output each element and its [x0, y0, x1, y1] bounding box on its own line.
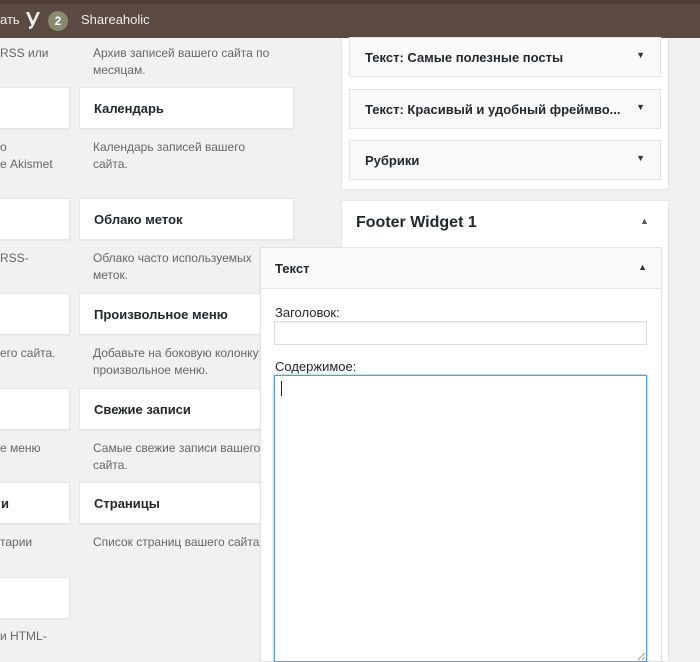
available-widget[interactable]: и [0, 482, 70, 524]
widget-desc-line: Календарь записей вашего [93, 140, 245, 154]
text-widget-header[interactable]: Текст ▲ [261, 248, 661, 289]
widget-desc-line: о [0, 140, 7, 154]
sidebar-widget-text-framework[interactable]: Текст: Красивый и удобный фреймво... ▼ [349, 89, 661, 129]
adminbar-truncated-item[interactable]: ать [0, 12, 20, 27]
widget-desc-line: Облако часто используемых [93, 251, 252, 265]
widget-desc-line: Самые свежие записи вашего [93, 441, 261, 455]
widget-desc-line: произвольное меню. [93, 363, 209, 377]
widget-type-label: Текст: [365, 102, 408, 117]
widget-desc-line: сайта. [93, 157, 128, 171]
widget-title: и [1, 496, 9, 511]
yoast-logo-icon[interactable] [24, 10, 42, 30]
widget-desc-line: месяцам. [93, 63, 146, 77]
triangle-up-icon[interactable]: ▲ [638, 262, 647, 272]
widget-desc: RSS или [0, 45, 48, 62]
widget-desc: и HTML- [0, 628, 47, 645]
widget-desc-line: его сайта. [0, 346, 56, 360]
widget-title: Календарь [94, 101, 164, 116]
widget-desc-line: Добавьте на боковую колонку [93, 346, 259, 360]
widget-desc-line: и HTML- [0, 629, 47, 643]
text-caret [281, 381, 282, 396]
widget-type-label: Рубрики [365, 153, 420, 168]
widget-desc-line: RSS или [0, 46, 49, 60]
heading-label: Заголовок: [275, 305, 340, 320]
available-widget[interactable] [0, 388, 70, 430]
widget-instance-title: Самые полезные посты [407, 50, 564, 65]
available-widget-tag-cloud[interactable]: Облако меток [79, 198, 294, 240]
available-widget[interactable] [0, 87, 70, 129]
sidebar-widget-text-popular[interactable]: Текст: Самые полезные посты ▼ [349, 37, 661, 77]
widget-desc: Добавьте на боковую колонку произвольное … [93, 345, 259, 379]
content-textarea[interactable] [274, 375, 647, 662]
widget-desc-line: сайта. [93, 458, 128, 472]
widget-desc: Список страниц вашего сайта. [93, 534, 263, 551]
resize-grip-icon[interactable] [636, 651, 646, 661]
widget-title: Свежие записи [94, 402, 191, 417]
available-widget[interactable] [0, 577, 70, 619]
widget-title: Облако меток [94, 212, 183, 227]
widget-desc-line: е меню [0, 441, 41, 455]
widget-desc-line: Архив записей вашего сайта по [93, 46, 270, 60]
admin-bar: ать 2 Shareaholic [0, 0, 700, 38]
widget-desc: его сайта. [0, 345, 56, 362]
shareaholic-menu-item[interactable]: Shareaholic [81, 12, 150, 27]
widget-type-label: Текст: [365, 50, 408, 65]
widget-desc-line: Список страниц вашего сайта. [93, 535, 263, 549]
widget-title: Произвольное меню [94, 307, 228, 322]
widget-desc: RSS- [0, 250, 29, 267]
widget-desc: о е Akismet [0, 139, 53, 173]
heading-input[interactable] [274, 321, 647, 345]
widget-title: Страницы [94, 496, 160, 511]
triangle-down-icon[interactable]: ▼ [636, 153, 645, 163]
content-label: Содержимое: [275, 359, 357, 374]
widget-instance-title: Красивый и удобный фреймво... [407, 102, 621, 117]
widget-desc: Самые свежие записи вашего сайта. [93, 440, 260, 474]
notification-count-badge[interactable]: 2 [48, 11, 68, 31]
triangle-up-icon[interactable]: ▲ [640, 216, 649, 226]
widget-desc-line: меток. [93, 268, 129, 282]
widget-desc: Архив записей вашего сайта по месяцам. [93, 45, 269, 79]
footer-area-title[interactable]: Footer Widget 1 [356, 214, 477, 232]
text-widget-title: Текст [275, 261, 310, 276]
available-widget[interactable] [0, 293, 70, 335]
widget-desc-line: е Akismet [0, 157, 53, 171]
widget-desc: Календарь записей вашего сайта. [93, 139, 245, 173]
widget-desc-line: тарии [0, 535, 33, 549]
available-widget[interactable] [0, 198, 70, 240]
widget-desc-line: RSS- [0, 251, 29, 265]
widget-desc: тарии [0, 534, 32, 551]
widget-desc: Облако часто используемых меток. [93, 250, 252, 284]
available-widget-calendar[interactable]: Календарь [79, 87, 294, 129]
sidebar-widget-categories[interactable]: Рубрики ▼ [349, 140, 661, 180]
widget-desc: е меню [0, 440, 41, 457]
triangle-down-icon[interactable]: ▼ [636, 50, 645, 60]
triangle-down-icon[interactable]: ▼ [636, 102, 645, 112]
